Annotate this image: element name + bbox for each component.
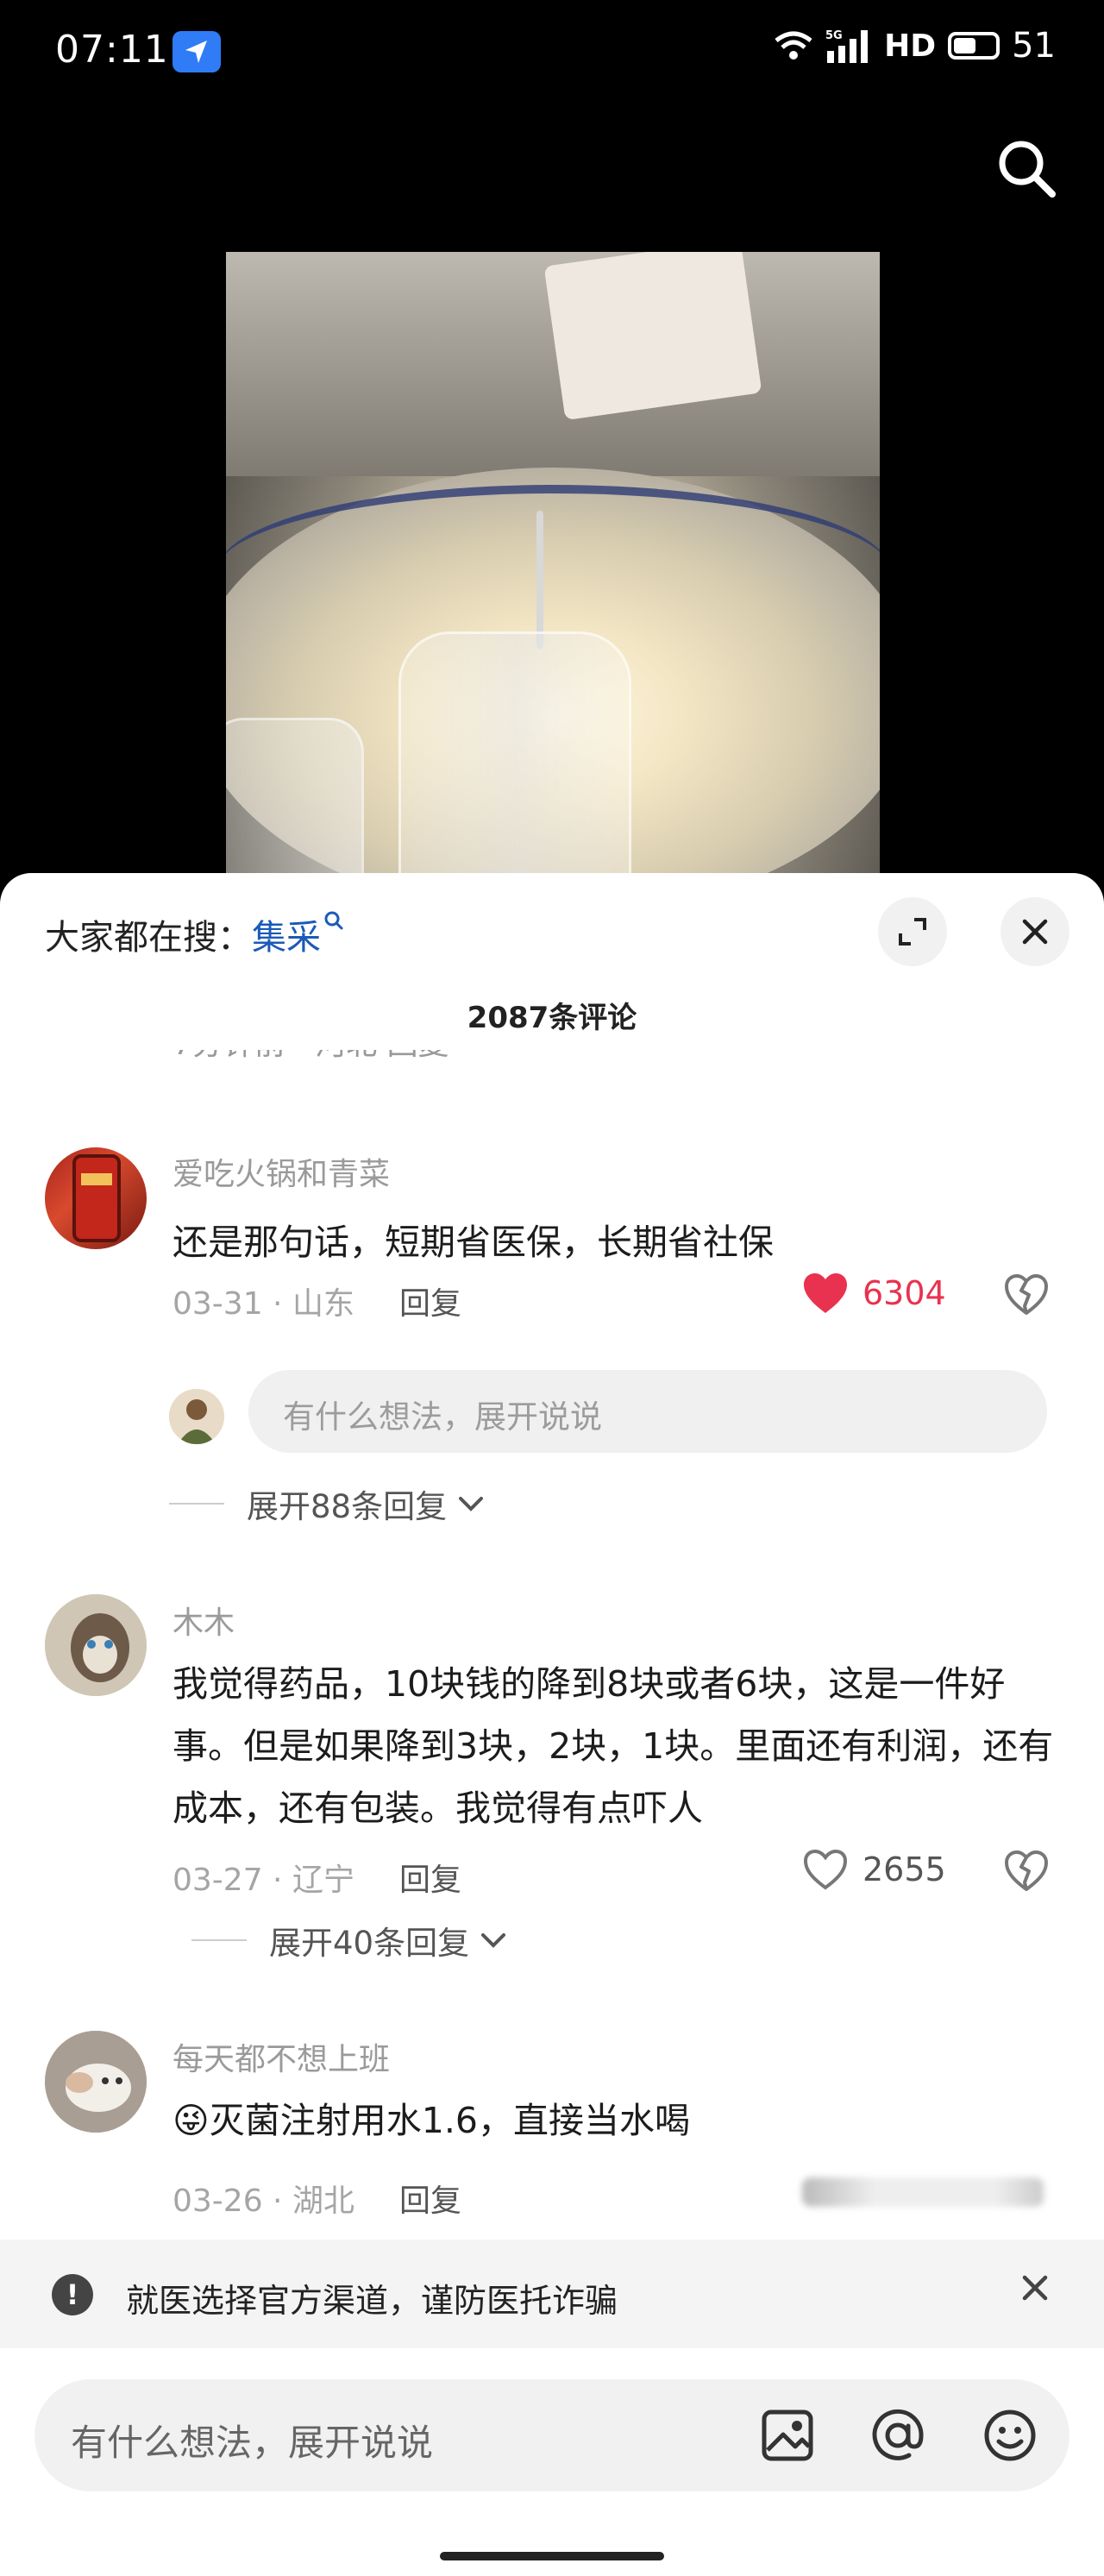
dislike-icon[interactable] xyxy=(1004,1850,1049,1893)
clipped-comment-meta: 7分钟前 · 河北 回复 xyxy=(172,1050,449,1069)
comment-date-location: 03-26 · 湖北 xyxy=(172,2183,354,2219)
location-arrow-icon xyxy=(172,31,221,72)
comment-item: 爱吃火锅和青菜 还是那句话，短期省医保，长期省社保 03-31 · 山东 回复 6… xyxy=(0,1139,1104,1501)
search-icon[interactable] xyxy=(992,134,1061,203)
notice-text: 就医选择官方渠道，谨防医托诈骗 xyxy=(126,2282,618,2320)
bottom-comment-bar: 有什么想法，展开说说 xyxy=(0,2348,1104,2576)
hd-label: HD xyxy=(884,28,937,64)
image-icon[interactable] xyxy=(759,2407,816,2464)
comment-text-body: 灭菌注射用水1.6，直接当水喝 xyxy=(209,2100,690,2141)
comment-username[interactable]: 木木 xyxy=(172,1598,235,1643)
avatar[interactable] xyxy=(45,1594,147,1696)
wifi-icon xyxy=(775,31,812,60)
emoji-icon: 😜 xyxy=(172,2100,210,2141)
trending-keyword-link[interactable]: 集采 xyxy=(252,911,345,958)
heart-icon xyxy=(804,1273,847,1313)
comment-meta: 03-26 · 湖北 回复 xyxy=(172,2176,461,2221)
comment-item: 每天都不想上班 😜灭菌注射用水1.6，直接当水喝 03-26 · 湖北 回复 xyxy=(0,2022,1104,2229)
avatar[interactable] xyxy=(45,2031,147,2133)
comment-item: 木木 我觉得药品，10块钱的降到8块或者6块，这是一件好事。但是如果降到3块，2… xyxy=(0,1586,1104,1913)
svg-text:5G: 5G xyxy=(825,29,843,42)
trending-keyword[interactable]: 集采 xyxy=(252,918,321,958)
comment-input-placeholder: 有什么想法，展开说说 xyxy=(71,2422,434,2464)
expand-button[interactable] xyxy=(878,897,947,966)
comment-count: 2087条评论 xyxy=(467,1001,637,1035)
divider-line xyxy=(169,1503,224,1505)
expand-replies-button[interactable]: 展开88条回复 xyxy=(169,1480,486,1527)
comment-text: 我觉得药品，10块钱的降到8块或者6块，这是一件好事。但是如果降到3块，2块，1… xyxy=(172,1663,1054,1829)
like-count: 2655 xyxy=(862,1850,946,1888)
status-indicators: 5G HD 51 xyxy=(774,26,1056,66)
emoji-icon[interactable] xyxy=(982,2407,1038,2464)
battery-icon xyxy=(948,32,1000,60)
reply-button[interactable]: 回复 xyxy=(399,1286,461,1322)
avatar[interactable] xyxy=(45,1147,147,1249)
reply-input[interactable]: 有什么想法，展开说说 xyxy=(248,1370,1047,1453)
like-area-blurred xyxy=(802,2177,1044,2207)
my-avatar xyxy=(169,1389,224,1444)
trending-label: 大家都在搜： xyxy=(45,918,252,958)
comment-username[interactable]: 每天都不想上班 xyxy=(172,2034,390,2079)
reply-button[interactable]: 回复 xyxy=(399,2183,461,2219)
comment-date-location: 03-31 · 山东 xyxy=(172,1286,354,1322)
expand-replies-button[interactable]: 展开40条回复 xyxy=(191,1917,509,1963)
signal-icon: 5G xyxy=(825,29,869,63)
divider-line xyxy=(191,1939,247,1941)
status-bar: 07:11 5G HD 51 xyxy=(0,0,1104,104)
video-hook xyxy=(536,511,543,649)
video-player[interactable] xyxy=(226,252,880,873)
clipped-meta-text: 7分钟前 · 河北 回复 xyxy=(172,1050,449,1060)
dislike-icon[interactable] xyxy=(1004,1273,1049,1316)
at-icon[interactable] xyxy=(869,2407,926,2464)
expand-replies-label: 展开40条回复 xyxy=(269,1925,470,1962)
like-button[interactable]: 6304 xyxy=(802,1272,946,1315)
close-icon[interactable] xyxy=(1018,2271,1052,2305)
trending-search: 大家都在搜：集采 xyxy=(45,909,345,959)
comment-text: 还是那句话，短期省医保，长期省社保 xyxy=(172,1222,774,1263)
video-iv-bottle-2 xyxy=(226,718,364,873)
home-indicator[interactable] xyxy=(440,2552,664,2560)
chevron-down-icon xyxy=(481,1933,506,1948)
video-iv-bottle xyxy=(398,631,631,873)
close-icon xyxy=(1022,919,1048,945)
warning-icon: ! xyxy=(52,2274,93,2315)
search-icon xyxy=(324,911,343,930)
status-time: 07:11 xyxy=(55,28,169,72)
video-device xyxy=(543,252,762,421)
comment-username[interactable]: 爱吃火锅和青菜 xyxy=(172,1149,390,1194)
like-button[interactable]: 2655 xyxy=(802,1848,946,1891)
like-count: 6304 xyxy=(862,1274,946,1312)
comment-input[interactable]: 有什么想法，展开说说 xyxy=(34,2379,1070,2491)
comment-text: 😜灭菌注射用水1.6，直接当水喝 xyxy=(172,2089,1061,2152)
comment-date-location: 03-27 · 辽宁 xyxy=(172,1863,354,1898)
notice-bar: ! 就医选择官方渠道，谨防医托诈骗 xyxy=(0,2240,1104,2348)
reply-button[interactable]: 回复 xyxy=(399,1863,461,1898)
battery-level: 51 xyxy=(1012,26,1056,66)
comment-meta: 03-27 · 辽宁 回复 xyxy=(172,1855,461,1900)
close-button[interactable] xyxy=(1000,897,1070,966)
expand-icon xyxy=(899,918,926,946)
heart-icon xyxy=(803,1849,848,1890)
comment-meta: 03-31 · 山东 回复 xyxy=(172,1279,461,1323)
expand-replies-label: 展开88条回复 xyxy=(247,1488,448,1525)
comment-sheet: 大家都在搜：集采 2087条评论 7分钟前 · 河北 回复 爱吃火锅和青菜 还是… xyxy=(0,873,1104,2576)
chevron-down-icon xyxy=(459,1497,484,1511)
